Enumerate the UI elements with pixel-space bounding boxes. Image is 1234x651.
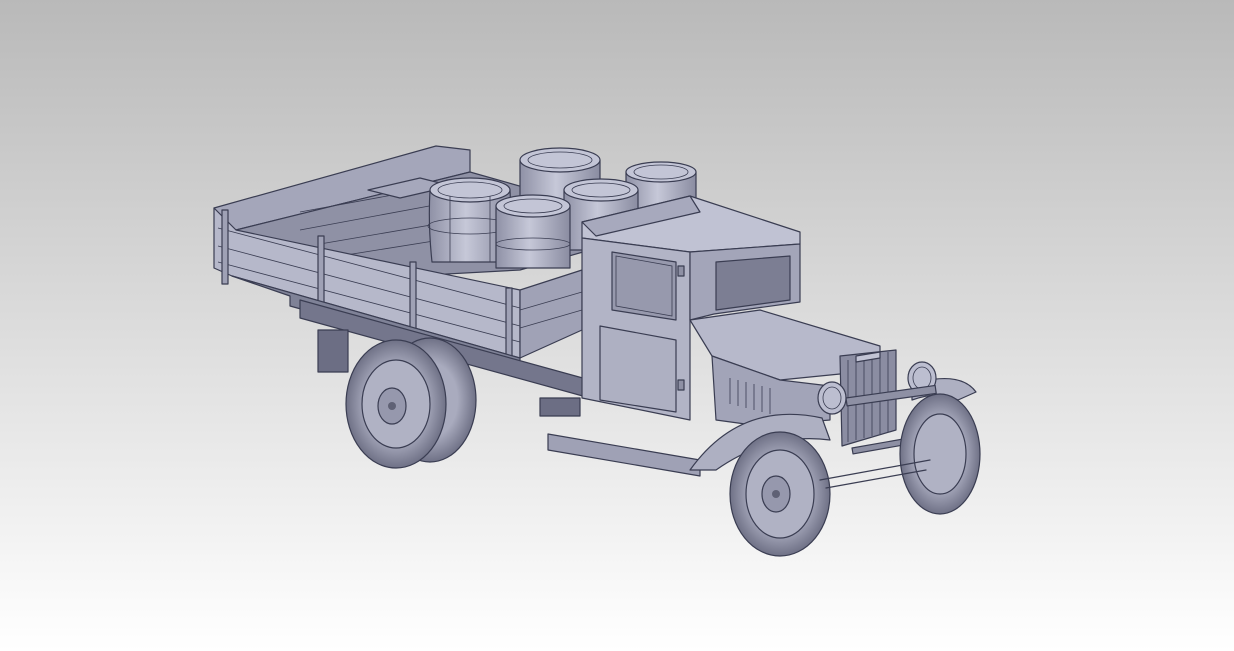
barrel: [495, 194, 571, 269]
front-wheel: [729, 431, 831, 557]
truck-model-render: [0, 0, 1234, 651]
rear-wheel: [345, 339, 447, 469]
front-wheel-far: [899, 393, 981, 515]
cad-viewport[interactable]: [0, 0, 1234, 651]
